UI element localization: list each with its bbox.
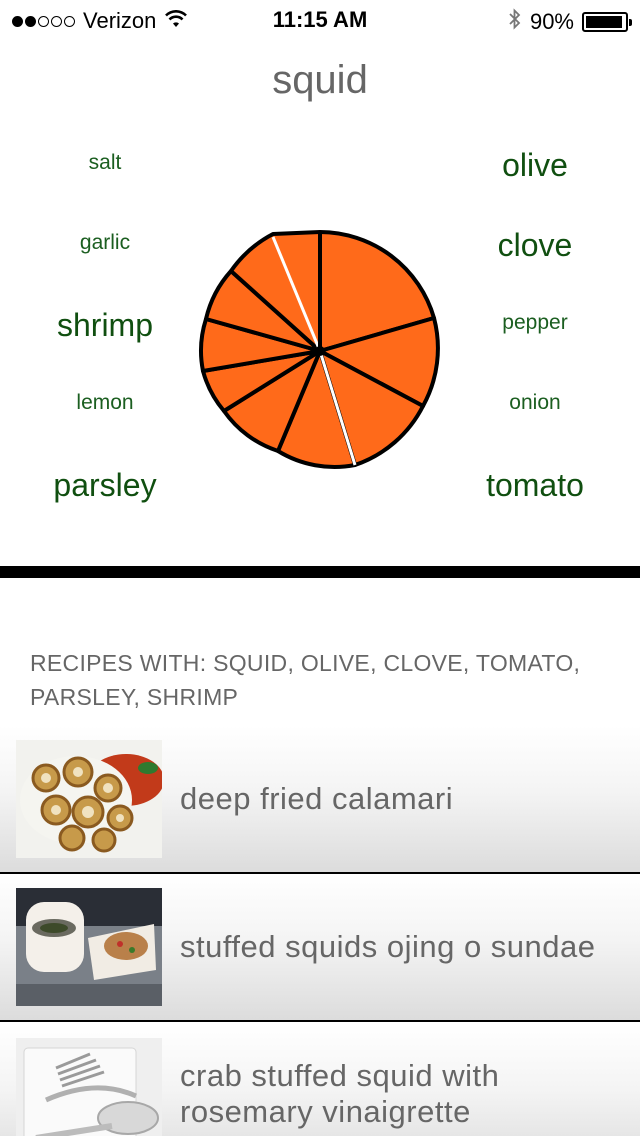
ingredient-pepper[interactable]: pepper	[502, 311, 567, 335]
ingredient-salt[interactable]: salt	[89, 151, 122, 175]
status-bar: Verizon 11:15 AM 90%	[0, 0, 640, 40]
page-title: squid	[272, 58, 368, 102]
status-right: 90%	[508, 8, 632, 36]
recipe-row[interactable]: deep fried calamari	[0, 726, 640, 874]
ingredient-pie-chart[interactable]	[198, 229, 442, 473]
ingredient-onion[interactable]: onion	[509, 391, 560, 415]
recipe-title[interactable]: stuffed squids ojing o sundae	[180, 874, 620, 1020]
ingredient-lemon[interactable]: lemon	[76, 391, 133, 415]
ingredient-olive[interactable]: olive	[502, 147, 568, 184]
section-divider	[0, 566, 640, 578]
ingredient-garlic[interactable]: garlic	[80, 231, 130, 255]
recipe-row[interactable]: crab stuffed squid with rosemary vinaigr…	[0, 1024, 640, 1136]
recipe-title[interactable]: deep fried calamari	[180, 726, 620, 872]
bluetooth-icon	[508, 8, 522, 36]
ingredient-parsley[interactable]: parsley	[53, 467, 156, 504]
recipe-row[interactable]: stuffed squids ojing o sundae	[0, 874, 640, 1022]
ingredient-shrimp[interactable]: shrimp	[57, 307, 153, 344]
recipe-title[interactable]: crab stuffed squid with rosemary vinaigr…	[180, 1024, 620, 1136]
fried-calamari-photo	[16, 740, 162, 858]
battery-icon	[582, 12, 632, 32]
ingredient-clove[interactable]: clove	[498, 227, 573, 264]
battery-percent: 90%	[529, 9, 574, 34]
ingredient-tomato[interactable]: tomato	[486, 467, 584, 504]
recipes-header: RECIPES WITH: SQUID, OLIVE, CLOVE, TOMAT…	[30, 650, 581, 710]
stuffed-squid-photo	[16, 888, 162, 1006]
fork-spoon-placeholder	[16, 1038, 162, 1136]
